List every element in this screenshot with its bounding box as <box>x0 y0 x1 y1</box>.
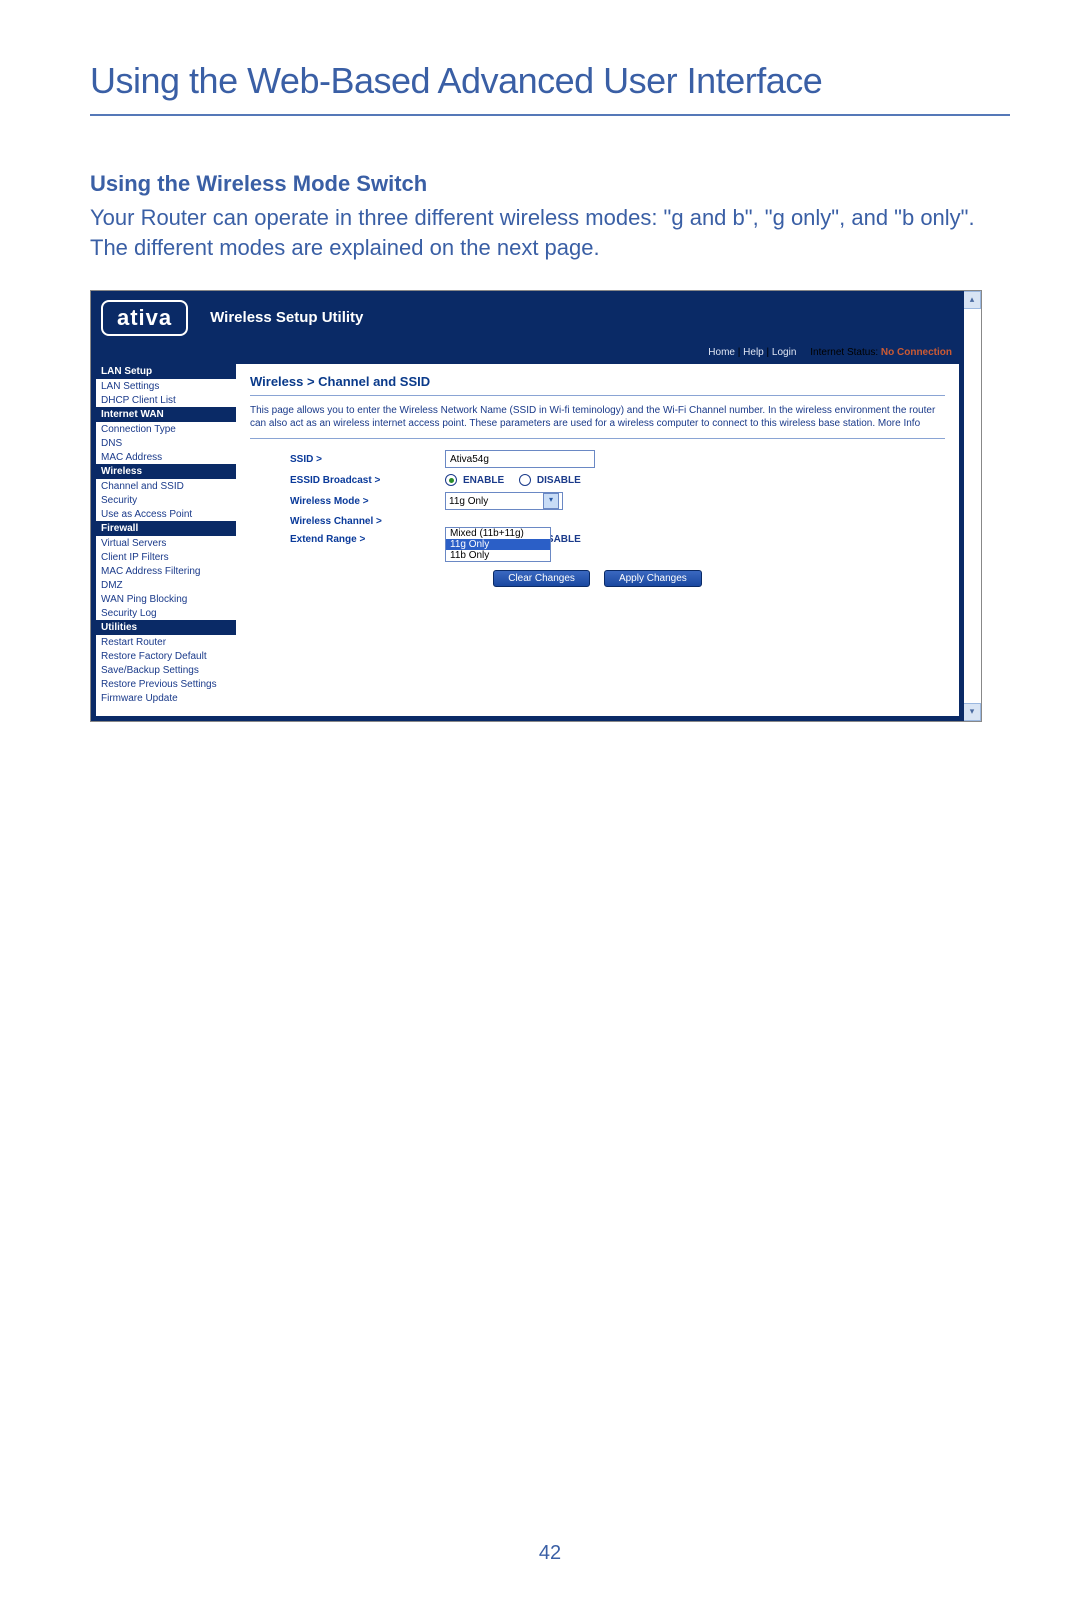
help-link[interactable]: Help <box>743 347 764 358</box>
chevron-down-icon: ▾ <box>543 493 559 509</box>
sidebar: LAN SetupLAN SettingsDHCP Client ListInt… <box>96 364 236 716</box>
scroll-up-icon[interactable]: ▴ <box>963 291 981 309</box>
utility-title: Wireless Setup Utility <box>210 309 363 326</box>
ssid-input[interactable] <box>445 450 595 468</box>
sidebar-header: Wireless <box>96 464 236 479</box>
sidebar-header: LAN Setup <box>96 364 236 379</box>
sidebar-item[interactable]: Channel and SSID <box>96 479 236 493</box>
brand-logo: ativa <box>101 300 188 336</box>
sidebar-item[interactable]: Security Log <box>96 606 236 620</box>
login-link[interactable]: Login <box>772 347 796 358</box>
content-area: Wireless > Channel and SSID This page al… <box>236 364 959 716</box>
essid-disable-text: DISABLE <box>537 475 581 486</box>
brand-logo-text: ativa <box>117 305 172 330</box>
top-links: Home | Help | Login Internet Status: No … <box>91 344 964 363</box>
wireless-mode-options: Mixed (11b+11g) 11g Only 11b Only <box>445 527 551 562</box>
home-link[interactable]: Home <box>708 347 735 358</box>
sidebar-item[interactable]: DNS <box>96 436 236 450</box>
essid-disable-radio[interactable] <box>519 474 531 486</box>
wireless-mode-label: Wireless Mode > <box>250 496 445 507</box>
sidebar-item[interactable]: Client IP Filters <box>96 550 236 564</box>
scroll-down-icon[interactable]: ▾ <box>963 703 981 721</box>
wireless-mode-value: 11g Only <box>449 496 488 507</box>
sidebar-item[interactable]: Connection Type <box>96 422 236 436</box>
description-text: This page allows you to enter the Wirele… <box>250 405 935 429</box>
sidebar-header: Internet WAN <box>96 407 236 422</box>
essid-enable-text: ENABLE <box>463 475 504 486</box>
mode-option-11g[interactable]: 11g Only <box>446 539 550 550</box>
sidebar-header: Utilities <box>96 620 236 635</box>
sidebar-item[interactable]: Restart Router <box>96 635 236 649</box>
sidebar-item[interactable]: Use as Access Point <box>96 507 236 521</box>
page-number: 42 <box>90 1542 1010 1565</box>
status-label: Internet Status: <box>810 347 878 358</box>
sidebar-item[interactable]: Restore Factory Default <box>96 649 236 663</box>
wireless-mode-select[interactable]: 11g Only ▾ <box>445 492 563 510</box>
router-ui: ativa Wireless Setup Utility Home | Help… <box>91 291 964 721</box>
page-description: This page allows you to enter the Wirele… <box>250 404 945 439</box>
mode-option-mixed[interactable]: Mixed (11b+11g) <box>446 528 550 539</box>
sidebar-item[interactable]: MAC Address <box>96 450 236 464</box>
status-value: No Connection <box>881 347 952 358</box>
section-body: Your Router can operate in three differe… <box>90 203 1010 262</box>
sidebar-item[interactable]: Save/Backup Settings <box>96 663 236 677</box>
sidebar-item[interactable]: Virtual Servers <box>96 536 236 550</box>
router-screenshot: ▴ ▾ ativa Wireless Setup Utility Home | … <box>90 290 982 722</box>
essid-enable-radio[interactable] <box>445 474 457 486</box>
sidebar-item[interactable]: MAC Address Filtering <box>96 564 236 578</box>
sidebar-item[interactable]: DHCP Client List <box>96 393 236 407</box>
sidebar-item[interactable]: Security <box>96 493 236 507</box>
ssid-label: SSID > <box>250 454 445 465</box>
breadcrumb: Wireless > Channel and SSID <box>250 370 945 396</box>
essid-broadcast-label: ESSID Broadcast > <box>250 475 445 486</box>
mode-option-11b[interactable]: 11b Only <box>446 550 550 561</box>
section-heading: Using the Wireless Mode Switch <box>90 171 1010 197</box>
wireless-channel-label: Wireless Channel > <box>250 516 445 527</box>
apply-changes-button[interactable]: Apply Changes <box>604 570 702 587</box>
page-title: Using the Web-Based Advanced User Interf… <box>90 60 1010 116</box>
sidebar-item[interactable]: DMZ <box>96 578 236 592</box>
sidebar-header: Firewall <box>96 521 236 536</box>
sidebar-item[interactable]: WAN Ping Blocking <box>96 592 236 606</box>
router-header: ativa Wireless Setup Utility <box>91 291 964 344</box>
sidebar-item[interactable]: LAN Settings <box>96 379 236 393</box>
sidebar-item[interactable]: Restore Previous Settings <box>96 677 236 691</box>
sidebar-item[interactable]: Firmware Update <box>96 691 236 705</box>
more-info-link[interactable]: More Info <box>878 418 920 429</box>
clear-changes-button[interactable]: Clear Changes <box>493 570 590 587</box>
extend-range-label: Extend Range > <box>250 534 445 545</box>
